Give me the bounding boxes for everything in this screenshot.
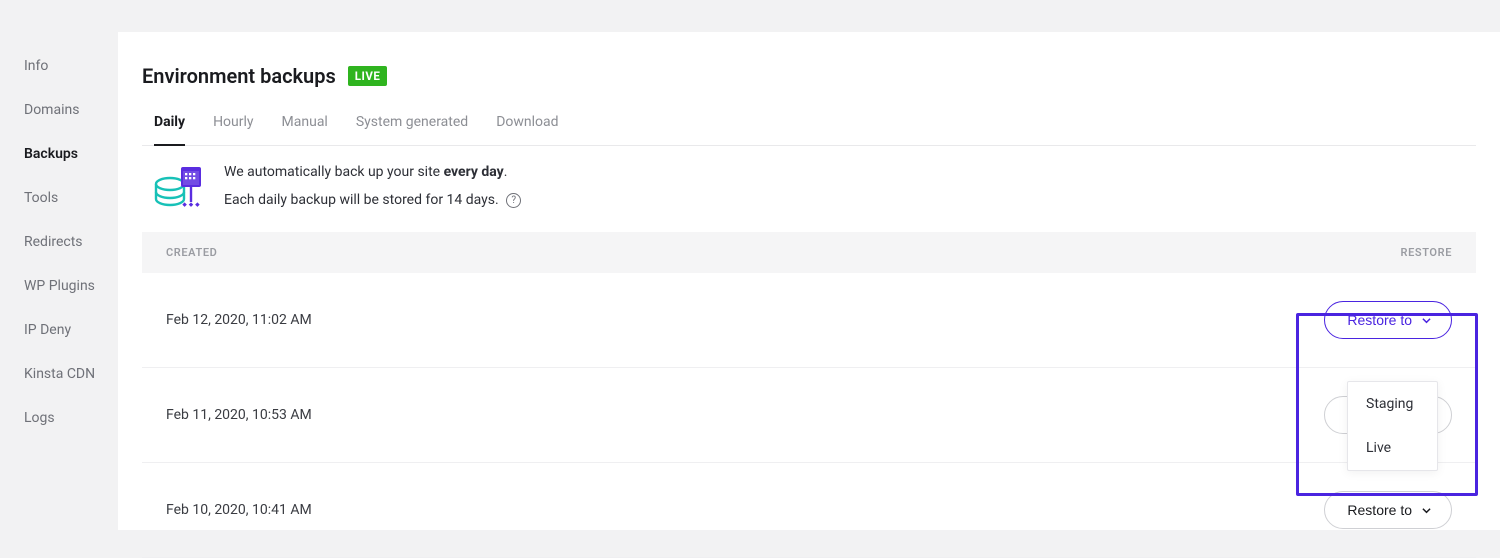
sidebar-item-backups[interactable]: Backups: [24, 146, 118, 190]
table-row: Feb 10, 2020, 10:41 AM Restore to: [142, 463, 1476, 558]
info-line-1: We automatically back up your site every…: [224, 164, 521, 180]
sidebar-item-logs[interactable]: Logs: [24, 410, 118, 454]
main-panel: Environment backups LIVE Daily Hourly Ma…: [118, 32, 1500, 530]
chevron-down-icon: [1422, 506, 1431, 515]
sidebar-item-tools[interactable]: Tools: [24, 190, 118, 234]
table-row: Feb 12, 2020, 11:02 AM Restore to: [142, 273, 1476, 368]
table-header: CREATED RESTORE: [142, 232, 1476, 273]
dropdown-option-staging[interactable]: Staging: [1348, 382, 1437, 426]
chevron-down-icon: [1422, 316, 1431, 325]
restore-button[interactable]: Restore to: [1324, 301, 1452, 339]
col-created: CREATED: [166, 246, 217, 259]
sidebar-item-redirects[interactable]: Redirects: [24, 234, 118, 278]
sidebar-item-domains[interactable]: Domains: [24, 102, 118, 146]
tab-download[interactable]: Download: [496, 114, 558, 145]
sidebar: Info Domains Backups Tools Redirects WP …: [0, 0, 118, 530]
tab-system-generated[interactable]: System generated: [356, 114, 468, 145]
tab-manual[interactable]: Manual: [282, 114, 328, 145]
sidebar-item-info[interactable]: Info: [24, 58, 118, 102]
backup-illustration-icon: [154, 164, 204, 210]
tabs: Daily Hourly Manual System generated Dow…: [142, 114, 1476, 146]
sidebar-item-wp-plugins[interactable]: WP Plugins: [24, 278, 118, 322]
help-icon[interactable]: ?: [506, 193, 521, 208]
col-restore: RESTORE: [1401, 246, 1453, 259]
tab-daily[interactable]: Daily: [154, 114, 185, 146]
restore-dropdown: Staging Live: [1347, 381, 1438, 471]
tab-hourly[interactable]: Hourly: [213, 114, 253, 145]
sidebar-item-kinsta-cdn[interactable]: Kinsta CDN: [24, 366, 118, 410]
created-timestamp: Feb 12, 2020, 11:02 AM: [166, 312, 312, 328]
dropdown-option-live[interactable]: Live: [1348, 426, 1437, 470]
created-timestamp: Feb 11, 2020, 10:53 AM: [166, 407, 312, 423]
created-timestamp: Feb 10, 2020, 10:41 AM: [166, 502, 312, 518]
page-title: Environment backups: [142, 64, 336, 88]
restore-button[interactable]: Restore to: [1324, 491, 1452, 529]
env-badge: LIVE: [348, 66, 388, 86]
info-line-2: Each daily backup will be stored for 14 …: [224, 192, 521, 208]
table-row: Feb 11, 2020, 10:53 AM Restore to: [142, 368, 1476, 463]
sidebar-item-ip-deny[interactable]: IP Deny: [24, 322, 118, 366]
